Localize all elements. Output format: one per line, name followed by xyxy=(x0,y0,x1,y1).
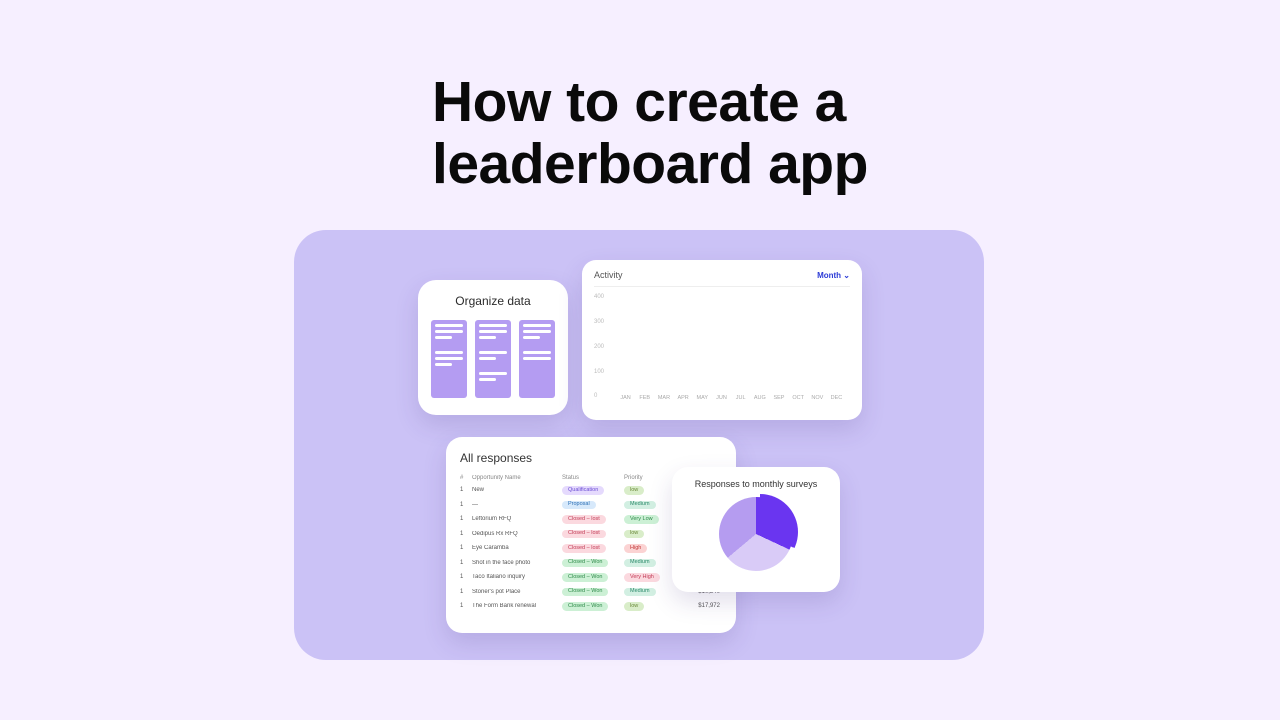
hero-illustration-panel: Organize data Activity xyxy=(294,230,984,660)
activity-title: Activity xyxy=(594,270,623,280)
y-tick: 0 xyxy=(594,393,597,399)
page-title: How to create aleaderboard app xyxy=(432,72,868,195)
activity-period-selector[interactable]: Month ⌄ xyxy=(817,271,850,280)
responses-title: All responses xyxy=(460,451,722,465)
y-tick: 100 xyxy=(594,369,604,375)
y-tick: 200 xyxy=(594,344,604,350)
pie-title: Responses to monthly surveys xyxy=(684,479,828,489)
card-organize-data: Organize data xyxy=(418,280,568,415)
column-icon xyxy=(475,320,511,398)
card-activity-chart: Activity Month ⌄ 400 300 200 100 0 JANFE… xyxy=(582,260,862,420)
card-organize-title: Organize data xyxy=(430,294,556,308)
organize-columns xyxy=(430,320,556,398)
card-pie-surveys: Responses to monthly surveys xyxy=(672,467,840,592)
table-row: 1The Form Bank renewalClosed – Wonlow$17… xyxy=(460,599,722,614)
chevron-down-icon: ⌄ xyxy=(841,271,850,280)
column-icon xyxy=(519,320,555,398)
y-tick: 400 xyxy=(594,294,604,300)
y-tick: 300 xyxy=(594,319,604,325)
column-icon xyxy=(431,320,467,398)
activity-bar-chart: 400 300 200 100 0 JANFEBMARAPRMAYJUNJULA… xyxy=(594,293,850,401)
pie-chart xyxy=(719,497,793,571)
